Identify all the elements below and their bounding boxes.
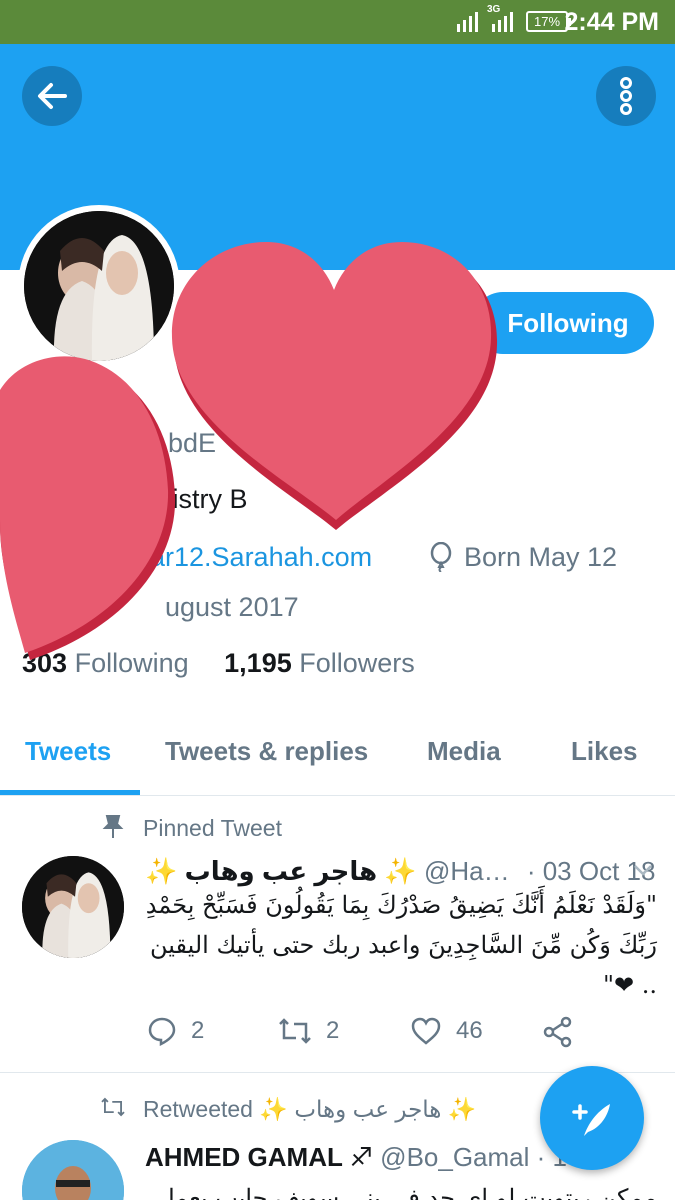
chevron-down-icon[interactable] (632, 862, 654, 878)
profile-avatar[interactable] (18, 205, 180, 367)
tweet-avatar[interactable] (22, 1140, 124, 1200)
active-tab-indicator (0, 790, 140, 795)
retweeted-label: Retweeted ✨ هاجر عب وهاب ✨ (143, 1096, 477, 1122)
following-stat[interactable]: 303 Following (22, 648, 189, 678)
compose-tweet-button[interactable] (540, 1066, 644, 1170)
following-button[interactable]: Following (472, 292, 654, 354)
more-options-button[interactable] (596, 66, 656, 126)
back-button[interactable] (22, 66, 82, 126)
tweet-text: ممكن ريتويت لو اي حد في بني سويف جايب بع… (157, 1184, 657, 1200)
signal-icon (457, 12, 478, 32)
pinned-label: Pinned Tweet (143, 815, 282, 841)
signal-icon-2 (492, 12, 513, 32)
share-icon (543, 1016, 572, 1048)
tab-tweets-replies[interactable]: Tweets & replies (165, 736, 368, 767)
reply-icon (148, 1017, 176, 1046)
retweet-button[interactable]: 2 (278, 1016, 339, 1046)
tab-media[interactable]: Media (427, 736, 501, 767)
tweet-author-name[interactable]: ✨ هاجر عب وهاب ✨ (145, 856, 417, 886)
profile-name: وها (60, 368, 121, 409)
retweet-count: 2 (326, 1017, 340, 1044)
reply-count: 2 (191, 1017, 205, 1044)
profile-tabs: Tweets Tweets & replies Media Likes (0, 714, 675, 796)
tweet-author-name[interactable]: AHMED GAMAL ♐ (145, 1142, 373, 1172)
like-count: 46 (456, 1017, 483, 1044)
tweet-header: AHMED GAMAL ♐ @Bo_Gamal · 1 (145, 1142, 567, 1173)
tweet-author-handle[interactable]: @Ha… (424, 856, 510, 886)
avatar-photo (24, 211, 174, 361)
status-bar: 3G 17% 2:44 PM (0, 0, 675, 44)
profile-stats: 303 Following 1,195 Followers (22, 648, 415, 679)
tweet-text: "وَلَقَدْ نَعْلَمُ أَنَّكَ يَضِيقُ صَدْر… (145, 891, 657, 999)
compose-feather-icon (572, 1104, 610, 1136)
retweet-icon (101, 1097, 125, 1117)
tweet-author-handle[interactable]: @Bo_Gamal (380, 1142, 529, 1172)
profile-handle: AbdE (150, 428, 217, 458)
heart-icon (411, 1017, 441, 1045)
tab-likes[interactable]: Likes (571, 736, 638, 767)
tweet-avatar[interactable] (22, 856, 124, 958)
profile-bio: ntistry B (150, 484, 248, 514)
avatar-photo (22, 1140, 124, 1200)
reply-button[interactable]: 2 (147, 1016, 204, 1046)
followers-stat[interactable]: 1,195 Followers (224, 648, 415, 678)
balloon-icon (430, 542, 452, 572)
tweet-header: ✨ هاجر عب وهاب ✨ @Ha… · 03 Oct 18 (145, 856, 655, 887)
more-vertical-icon (620, 77, 632, 115)
avatar-photo (22, 856, 124, 958)
status-time: 2:44 PM (564, 8, 659, 36)
profile-birthday: Born May 12 (464, 542, 618, 572)
arrow-left-icon (38, 83, 67, 109)
tab-tweets[interactable]: Tweets (25, 736, 111, 767)
profile-joined: ugust 2017 (165, 592, 299, 622)
profile-website-link[interactable]: ar12.Sarahah.com (150, 542, 372, 573)
pin-icon (102, 815, 124, 838)
retweet-icon (279, 1018, 311, 1044)
battery-icon: 17% (526, 11, 571, 32)
like-button[interactable]: 46 (410, 1016, 483, 1046)
share-button[interactable] (542, 1016, 574, 1048)
